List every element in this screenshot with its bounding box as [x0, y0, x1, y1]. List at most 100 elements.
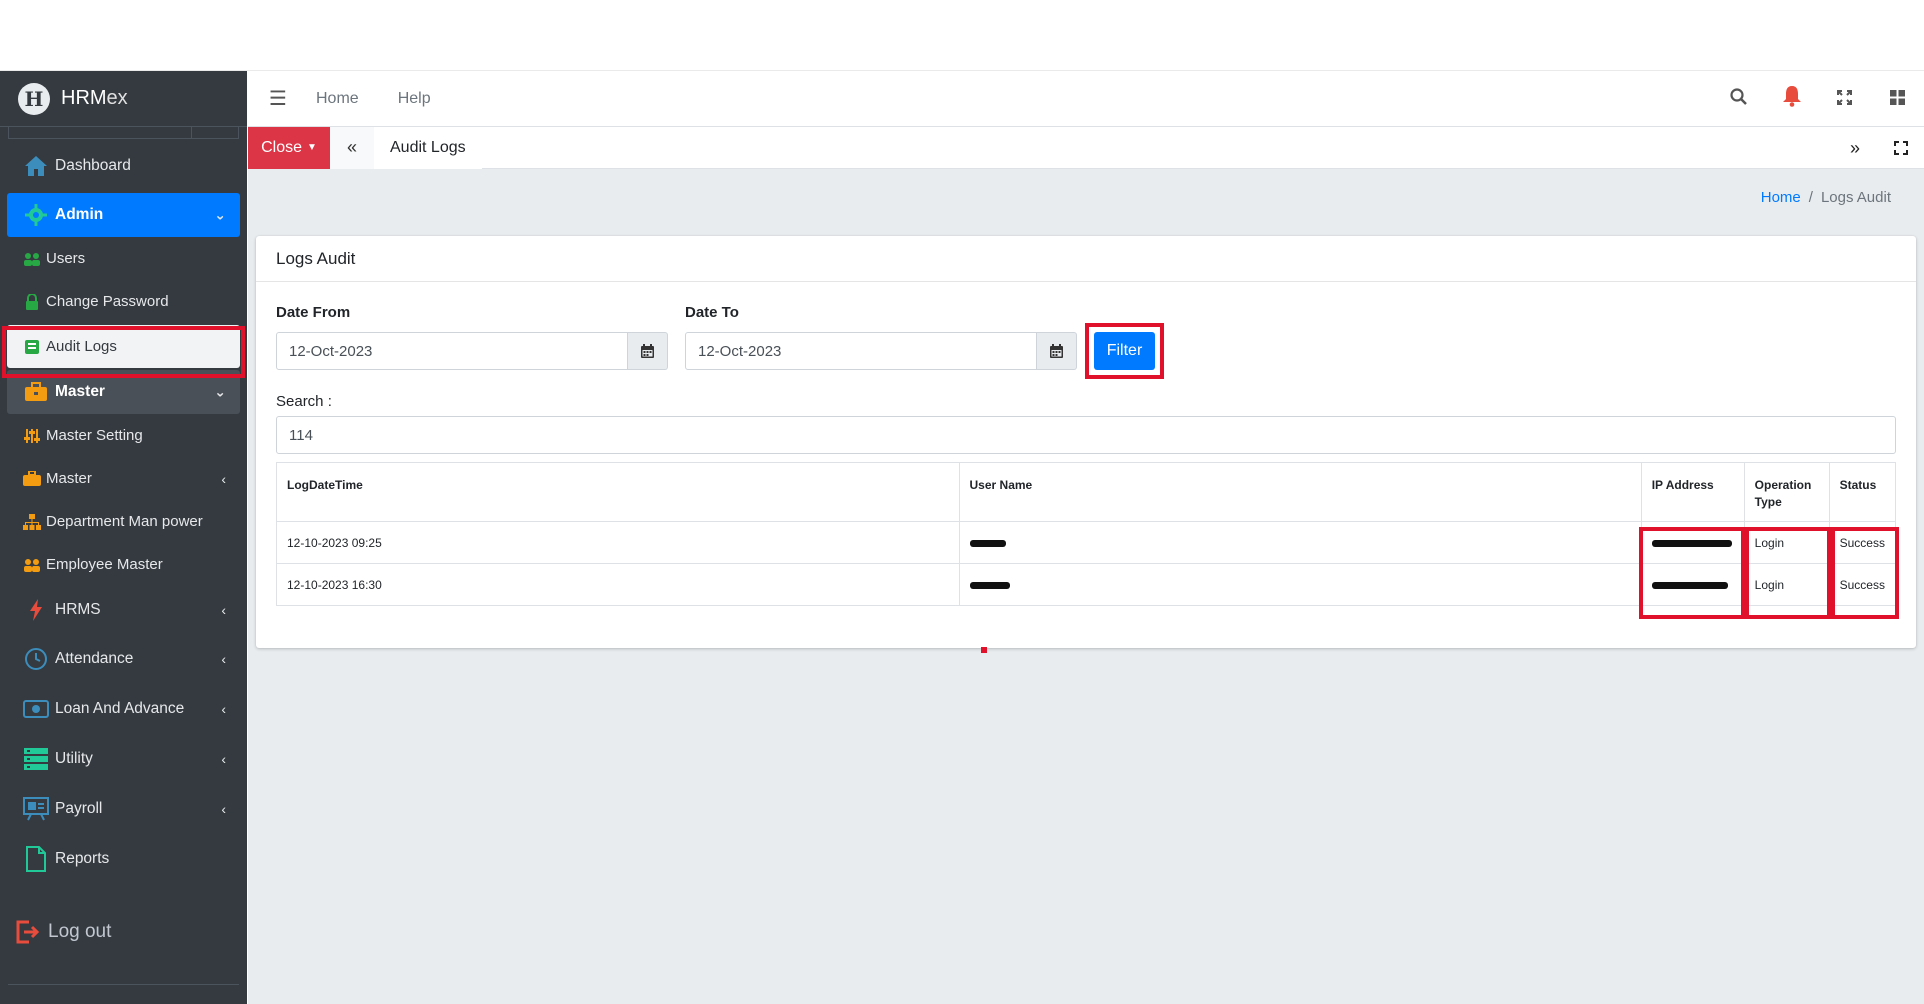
table-row: 12-10-2023 16:30 Login Success [276, 563, 1897, 606]
cell-logdatetime: 12-10-2023 16:30 [276, 563, 960, 606]
sidebar-item-label: Master [55, 383, 105, 400]
cell-ip-address-redacted [1640, 521, 1745, 564]
table-header-row: LogDateTime User Name IP Address Operati… [276, 462, 1897, 522]
bolt-icon [23, 597, 49, 623]
fullscreen-icon[interactable] [1818, 89, 1871, 110]
date-to-label: Date To [685, 304, 739, 321]
top-navbar: ☰ Home Help [248, 71, 1924, 127]
chevron-left-icon: ‹ [221, 801, 226, 817]
search-label: Search : [276, 393, 332, 410]
date-to-input[interactable]: 12-Oct-2023 [685, 332, 1037, 370]
table-row: 12-10-2023 09:25 Login Success [276, 521, 1897, 564]
column-header-status[interactable]: Status [1828, 462, 1897, 522]
sidebar-item-label: Loan And Advance [55, 700, 185, 717]
gear-icon [23, 202, 49, 228]
bell-icon[interactable] [1765, 85, 1818, 113]
brand-name-part2: ex [106, 87, 128, 109]
lock-icon [22, 292, 42, 312]
chevron-left-icon: ‹ [221, 470, 226, 487]
sidebar-item-employee-master[interactable]: Employee Master [7, 543, 240, 586]
sidebar-item-label: Audit Logs [46, 338, 117, 355]
scroll-tabs-right-icon[interactable]: » [1832, 127, 1878, 169]
sidebar-item-label: HRMS [55, 601, 101, 618]
close-dropdown-button[interactable]: Close ▼ [248, 126, 330, 169]
card-title: Logs Audit [256, 236, 1916, 282]
cell-ip-address-redacted [1640, 563, 1745, 606]
breadcrumb-home-link[interactable]: Home [1761, 189, 1801, 206]
sidebar-item-label: Dashboard [55, 157, 131, 174]
nav-help-link[interactable]: Help [398, 90, 431, 108]
date-from-input[interactable]: 12-Oct-2023 [276, 332, 628, 370]
chevron-down-icon: ⌄ [214, 206, 226, 223]
cell-user-name-redacted [958, 563, 1642, 606]
search-icon[interactable] [1712, 88, 1765, 110]
chevron-down-icon: ⌄ [214, 383, 226, 400]
cell-logdatetime: 12-10-2023 09:25 [276, 521, 960, 564]
sidebar-item-master-group[interactable]: Master ⌄ [7, 370, 240, 414]
clock-icon [23, 646, 49, 672]
sidebar-item-master[interactable]: Master ‹ [7, 457, 240, 500]
sidebar-item-label: Payroll [55, 800, 103, 817]
tab-audit-logs[interactable]: Audit Logs [374, 126, 482, 169]
briefcase-icon [22, 469, 42, 489]
tab-bar-right-controls: » [1832, 127, 1924, 169]
calendar-icon[interactable] [1037, 332, 1077, 370]
column-header-user-name[interactable]: User Name [958, 462, 1642, 522]
users-icon [22, 249, 42, 269]
calendar-icon[interactable] [628, 332, 668, 370]
top-blank-area [0, 0, 1924, 71]
sidebar-item-utility[interactable]: Utility ‹ [7, 734, 240, 784]
sidebar-item-label: Master Setting [46, 427, 143, 444]
close-button-label: Close [261, 138, 302, 156]
logout-label: Log out [48, 921, 112, 942]
sidebar-item-label: Reports [55, 850, 110, 867]
date-from-group: 12-Oct-2023 [276, 332, 668, 370]
brand-name: HRMex [61, 87, 128, 110]
search-input[interactable]: 114 [276, 416, 1896, 454]
redacted-mark [1651, 539, 1732, 547]
chevron-left-icon: ‹ [221, 651, 226, 667]
cell-operation-type: Login [1743, 563, 1830, 606]
sidebar-item-label: Employee Master [46, 556, 163, 573]
sidebar-item-loan-and-advance[interactable]: Loan And Advance ‹ [7, 684, 240, 734]
sidebar-item-label: Master [46, 470, 92, 487]
sidebar-item-master-setting[interactable]: Master Setting [7, 414, 240, 457]
sidebar-item-department-man-power[interactable]: Department Man power [7, 500, 240, 543]
nav-home-link[interactable]: Home [316, 90, 359, 108]
redacted-mark [969, 581, 1010, 589]
expand-icon[interactable] [1878, 127, 1924, 169]
sidebar-item-payroll[interactable]: Payroll ‹ [7, 784, 240, 834]
filter-button[interactable]: Filter [1094, 332, 1155, 370]
column-header-operation-type[interactable]: Operation Type [1743, 462, 1830, 522]
sidebar-item-label: Users [46, 250, 86, 267]
breadcrumb: Home / Logs Audit [1761, 189, 1891, 206]
sidebar-item-users[interactable]: Users [7, 237, 240, 280]
chevron-left-icon: ‹ [221, 701, 226, 717]
sidebar-item-label: Change Password [46, 293, 169, 310]
users-icon [22, 555, 42, 575]
sidebar: H HRMex Dashboard Admin ⌄ Users Change P… [0, 71, 247, 1004]
logout-link[interactable]: Log out [14, 919, 111, 945]
file-icon [23, 846, 49, 872]
sidebar-item-reports[interactable]: Reports [7, 834, 240, 884]
sidebar-item-admin[interactable]: Admin ⌄ [7, 193, 240, 237]
grid-icon[interactable] [1871, 89, 1924, 110]
brand-link[interactable]: H HRMex [0, 71, 247, 127]
sidebar-search-stub [8, 127, 239, 139]
cell-user-name-redacted [958, 521, 1642, 564]
sidebar-item-label: Attendance [55, 650, 134, 667]
sidebar-item-hrms[interactable]: HRMS ‹ [7, 586, 240, 634]
sidebar-item-audit-logs[interactable]: Audit Logs [7, 325, 240, 368]
sidebar-item-attendance[interactable]: Attendance ‹ [7, 634, 240, 684]
redacted-mark [1651, 581, 1728, 589]
sidebar-item-dashboard[interactable]: Dashboard [7, 144, 240, 188]
column-header-ip-address[interactable]: IP Address [1640, 462, 1745, 522]
log-icon [22, 337, 42, 357]
navbar-right-icons [1712, 71, 1924, 127]
scroll-tabs-left-icon[interactable]: « [330, 126, 374, 169]
hamburger-menu-icon[interactable]: ☰ [248, 86, 308, 111]
sidebar-item-change-password[interactable]: Change Password [7, 280, 240, 323]
date-from-label: Date From [276, 304, 351, 321]
sidebar-item-label: Admin [55, 206, 104, 223]
column-header-logdatetime[interactable]: LogDateTime [276, 462, 960, 522]
